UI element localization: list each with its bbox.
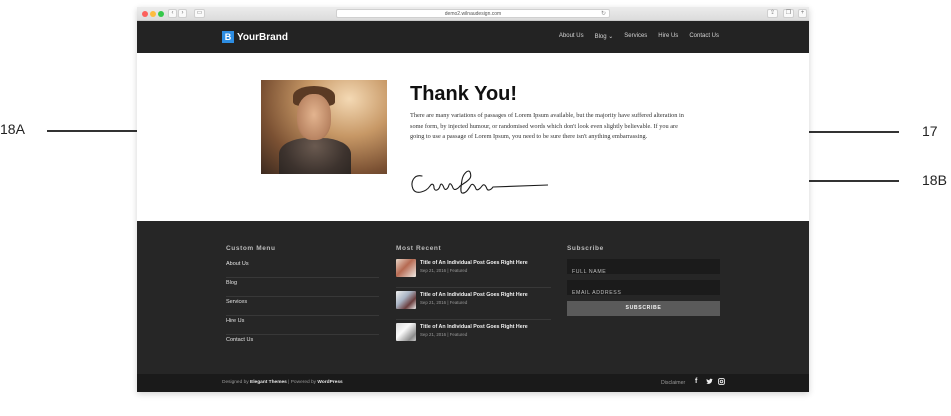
close-window-button[interactable] [142,11,148,17]
reload-icon[interactable]: ↻ [601,10,606,18]
thank-you-section: Thank You! There are many variations of … [137,53,809,221]
minimize-window-button[interactable] [150,11,156,17]
email-input[interactable] [568,286,719,300]
footer-menu-item-hire-us[interactable]: Hire Us [226,316,379,335]
brand-mark-icon: B [222,31,234,43]
wordpress-link[interactable]: WordPress [317,380,342,385]
most-recent-title: Most Recent [396,245,442,252]
subscribe-button[interactable]: SUBSCRIBE [567,301,720,316]
callout-label-17: 17 [922,123,938,139]
nav-item-contact-us[interactable]: Contact Us [689,33,719,40]
post-thumbnail[interactable] [396,323,416,341]
recent-post[interactable]: Title of An Individual Post Goes Right H… [396,289,551,320]
brand-name: YourBrand [237,31,288,43]
callout-line-18a-dark [47,130,137,132]
post-title[interactable]: Title of An Individual Post Goes Right H… [420,260,528,266]
custom-menu-title: Custom Menu [226,245,276,252]
full-name-field[interactable] [567,259,720,279]
post-meta: Sep 21, 2016 | Featured [420,300,468,305]
post-title[interactable]: Title of An Individual Post Goes Right H… [420,324,528,330]
back-button[interactable]: ‹ [168,9,177,18]
nav-item-hire-us[interactable]: Hire Us [658,33,678,40]
footer-menu-item-contact-us[interactable]: Contact Us [226,335,379,354]
elegant-themes-link[interactable]: Elegant Themes [250,380,287,385]
forward-button[interactable]: › [178,9,187,18]
callout-label-18a: 18A [0,121,25,137]
browser-toolbar: ‹ › ▭ demo2.wilnaudesign.com ↻ ⇪ ❐ + [137,7,809,21]
disclaimer-link[interactable]: Disclaimer [661,380,685,386]
post-meta: Sep 21, 2016 | Featured [420,332,468,337]
address-bar[interactable]: demo2.wilnaudesign.com ↻ [336,9,610,18]
address-bar-url: demo2.wilnaudesign.com [444,11,502,17]
signature-image [411,170,548,194]
nav-item-about-us[interactable]: About Us [559,33,584,40]
recent-post[interactable]: Title of An Individual Post Goes Right H… [396,321,551,352]
footer-menu-item-about-us[interactable]: About Us [226,259,379,278]
main-nav: About Us Blog ⌄ Services Hire Us Contact… [559,33,719,40]
post-thumbnail[interactable] [396,291,416,309]
email-field[interactable] [567,280,720,300]
new-tab-icon[interactable]: + [798,9,807,18]
post-thumbnail[interactable] [396,259,416,277]
nav-item-services[interactable]: Services [624,33,647,40]
callout-line-18b-dark [809,180,899,182]
subscribe-title: Subscribe [567,245,604,252]
callout-line-17-dark [809,131,899,133]
post-title[interactable]: Title of An Individual Post Goes Right H… [420,292,528,298]
facebook-icon[interactable]: f [695,378,697,385]
footer-menu-item-blog[interactable]: Blog [226,278,379,297]
site-header: B YourBrand About Us Blog ⌄ Services Hir… [137,21,809,53]
callout-label-18b: 18B [922,172,947,188]
sidebar-toggle-icon[interactable]: ▭ [194,9,205,18]
nav-item-blog[interactable]: Blog ⌄ [595,33,614,40]
browser-window: ‹ › ▭ demo2.wilnaudesign.com ↻ ⇪ ❐ + B Y… [137,7,809,392]
site-footer: Custom Menu About Us Blog Services Hire … [137,221,809,374]
tabs-icon[interactable]: ❐ [783,9,794,18]
share-icon[interactable]: ⇪ [767,9,778,18]
post-meta: Sep 21, 2016 | Featured [420,268,468,273]
thank-you-text: There are many variations of passages of… [410,112,684,141]
full-name-input[interactable] [568,265,719,279]
profile-photo [261,80,387,174]
page-title: Thank You! [410,83,518,105]
twitter-icon[interactable] [706,378,713,387]
site-logo[interactable]: B YourBrand [222,31,288,43]
footer-menu-item-services[interactable]: Services [226,297,379,316]
recent-post[interactable]: Title of An Individual Post Goes Right H… [396,257,551,288]
maximize-window-button[interactable] [158,11,164,17]
bottom-bar: Designed by Elegant Themes | Powered by … [137,374,809,392]
instagram-icon[interactable] [718,378,725,387]
footer-credits: Designed by Elegant Themes | Powered by … [222,380,343,385]
